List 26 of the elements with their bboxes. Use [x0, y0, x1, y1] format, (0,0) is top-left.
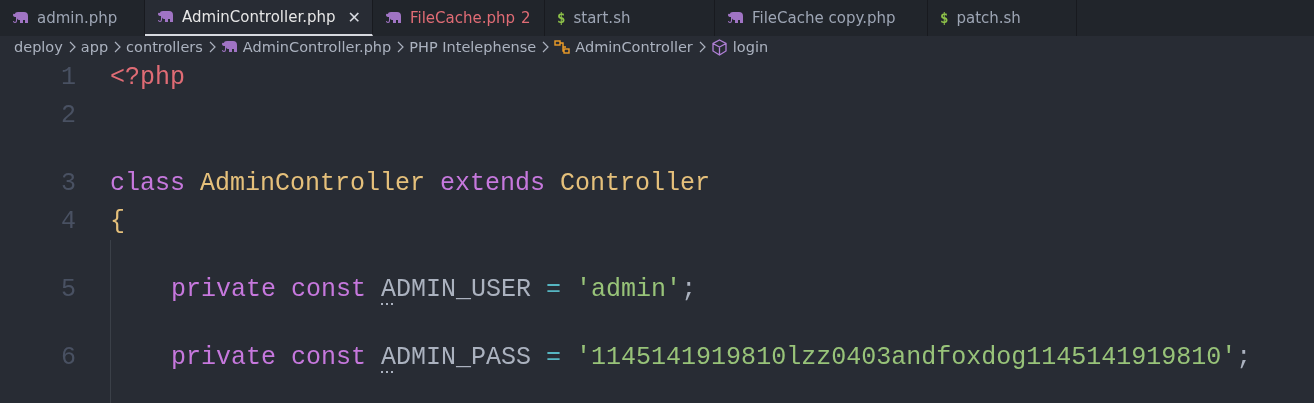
breadcrumb-item[interactable]: app	[80, 39, 109, 55]
breadcrumb-item[interactable]: controllers	[126, 39, 203, 55]
code-line: class AdminController extends Controller	[110, 168, 711, 198]
breadcrumb-item[interactable]: deploy	[14, 39, 63, 55]
cube-icon	[710, 38, 728, 56]
code-line: private const ADMIN_USER = 'admin';	[171, 274, 697, 304]
elephant-icon	[385, 12, 402, 24]
breadcrumb-item[interactable]: AdminController.php	[242, 39, 392, 55]
elephant-icon	[220, 41, 238, 53]
tab[interactable]: AdminController.php ✕	[145, 0, 373, 36]
breadcrumb-item[interactable]: PHP Intelephense	[409, 39, 537, 55]
close-icon[interactable]: ✕	[347, 7, 361, 27]
code-line: {	[110, 206, 125, 236]
code-line: private const ADMIN_PASS = '1145141919810lzz0403andfoxdog1145141919810';	[171, 342, 1252, 372]
breadcrumb-item[interactable]: AdminController	[575, 39, 693, 55]
elephant-icon	[157, 11, 174, 23]
elephant-icon	[727, 12, 744, 24]
class-icon	[554, 40, 571, 54]
breadcrumb-item[interactable]: login	[732, 39, 769, 55]
problem-count: 2	[521, 9, 531, 27]
elephant-icon	[12, 12, 29, 24]
code-line: <?php	[110, 62, 185, 92]
dollar-icon: $	[940, 10, 949, 26]
dollar-icon: $	[557, 10, 566, 26]
hint-dots-icon[interactable]	[381, 371, 393, 374]
hint-dots-icon[interactable]	[381, 303, 393, 306]
